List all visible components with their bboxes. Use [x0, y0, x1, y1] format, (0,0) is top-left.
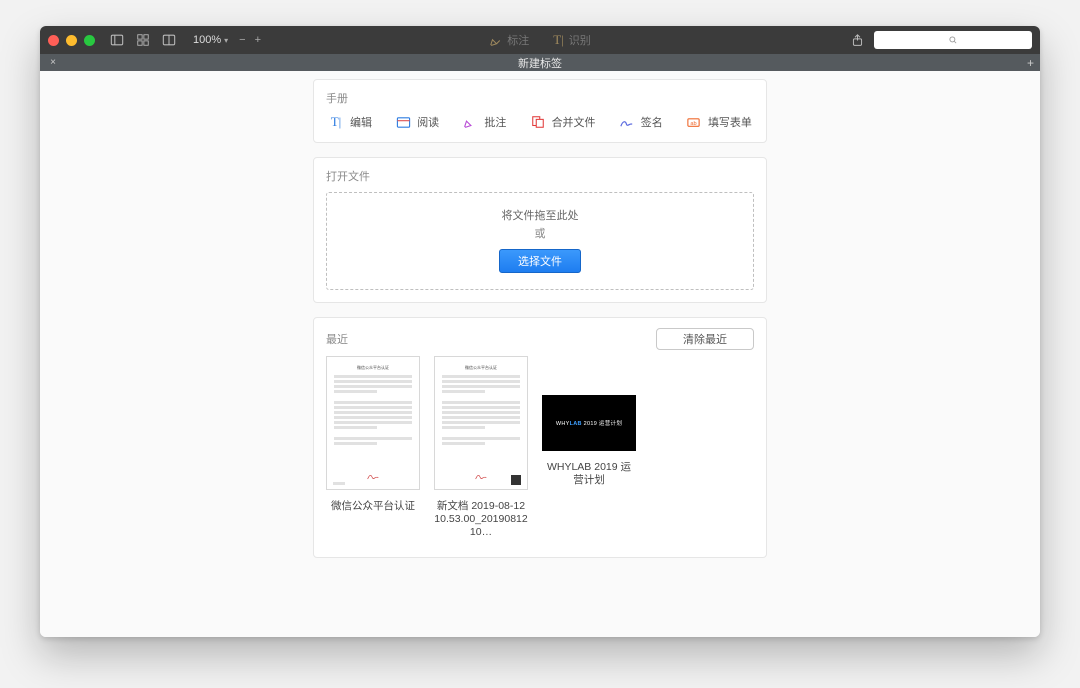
tool-edit-label: 编辑 [350, 114, 372, 130]
tool-fillform[interactable]: ab 填写表单 [686, 114, 752, 130]
openfile-panel: 打开文件 将文件拖至此处 或 选择文件 [313, 157, 767, 303]
openfile-title: 打开文件 [326, 168, 754, 184]
zoom-out-button[interactable]: − [239, 34, 245, 46]
dropzone-or: 或 [337, 225, 743, 241]
fullscreen-window-button[interactable] [84, 35, 95, 46]
document-thumbnail: 微信公众平台认证 [326, 356, 420, 490]
recent-grid: 微信公众平台认证 微信公众平台认证 微信 [326, 356, 754, 539]
svg-text:ab: ab [691, 120, 697, 126]
recent-item[interactable]: 微信公众平台认证 新文档 2019-08-12 10.53.00_2019081… [434, 356, 528, 539]
tool-annotate-label: 批注 [484, 114, 506, 130]
tool-merge-label: 合并文件 [552, 114, 596, 130]
tab-label[interactable]: 新建标签 [518, 55, 562, 71]
zoom-in-button[interactable]: + [255, 34, 261, 46]
edit-icon: T| [328, 114, 344, 130]
share-icon[interactable] [851, 34, 864, 47]
manual-panel: 手册 T| 编辑 阅读 [313, 79, 767, 143]
titlebar: 100% ▾ − + 标注 T| 识别 [40, 26, 1040, 54]
recent-item[interactable]: 微信公众平台认证 微信公众平台认证 [326, 356, 420, 513]
clear-recent-button[interactable]: 清除最近 [656, 328, 754, 350]
annotate-mode-button[interactable]: 标注 [489, 32, 529, 48]
tabbar: × 新建标签 + [40, 54, 1040, 71]
zoom-control[interactable]: 100% ▾ − + [193, 34, 261, 46]
recent-item-label: 微信公众平台认证 [331, 500, 415, 513]
manual-title: 手册 [326, 90, 754, 106]
search-input[interactable] [874, 31, 1032, 49]
recent-item-label: 新文档 2019-08-12 10.53.00_2019081210… [434, 500, 528, 539]
text-cursor-icon: T| [553, 32, 564, 48]
chevron-down-icon: ▾ [224, 36, 228, 45]
annotate-mode-label: 标注 [507, 32, 529, 48]
window-controls [48, 35, 95, 46]
zoom-value: 100% [193, 34, 221, 46]
left-toolbar-group: 100% ▾ − + [109, 32, 261, 48]
recent-item-label: WHYLAB 2019 运营计划 [542, 461, 636, 487]
layout-icon[interactable] [161, 32, 177, 48]
ocr-mode-label: 识别 [569, 32, 591, 48]
tool-sign[interactable]: 签名 [619, 114, 663, 130]
tool-read[interactable]: 阅读 [395, 114, 439, 130]
tool-annotate[interactable]: 批注 [462, 114, 506, 130]
read-icon [395, 114, 411, 130]
fillform-icon: ab [686, 114, 702, 130]
new-tab-button[interactable]: + [1027, 56, 1034, 70]
titlebar-right [851, 31, 1032, 49]
tool-edit[interactable]: T| 编辑 [328, 114, 372, 130]
pen-icon [489, 34, 502, 47]
choose-file-button[interactable]: 选择文件 [499, 249, 581, 273]
annotate-icon [462, 114, 478, 130]
recent-panel: 最近 清除最近 微信公众平台认证 [313, 317, 767, 558]
sidebar-toggle-icon[interactable] [109, 32, 125, 48]
recent-item[interactable]: WHYLAB 2019 运营计划 WHYLAB 2019 运营计划 [542, 356, 636, 487]
tool-fillform-label: 填写表单 [708, 114, 752, 130]
tool-read-label: 阅读 [417, 114, 439, 130]
ocr-mode-button[interactable]: T| 识别 [553, 32, 591, 48]
document-thumbnail: 微信公众平台认证 [434, 356, 528, 490]
content-area: 手册 T| 编辑 阅读 [40, 71, 1040, 637]
app-window: 100% ▾ − + 标注 T| 识别 [40, 26, 1040, 637]
sign-icon [619, 114, 635, 130]
file-dropzone[interactable]: 将文件拖至此处 或 选择文件 [326, 192, 754, 290]
minimize-window-button[interactable] [66, 35, 77, 46]
whylab-thumb-text: WHYLAB 2019 运营计划 [556, 419, 622, 427]
tool-merge[interactable]: 合并文件 [530, 114, 596, 130]
close-tab-button[interactable]: × [44, 57, 62, 68]
merge-icon [530, 114, 546, 130]
dropzone-text: 将文件拖至此处 [337, 207, 743, 223]
titlebar-modes: 标注 T| 识别 [489, 32, 591, 48]
document-thumbnail: WHYLAB 2019 运营计划 [542, 395, 636, 451]
tool-row: T| 编辑 阅读 批注 [326, 114, 754, 130]
thumbnails-icon[interactable] [135, 32, 151, 48]
close-window-button[interactable] [48, 35, 59, 46]
tool-sign-label: 签名 [641, 114, 663, 130]
recent-title: 最近 [326, 331, 348, 347]
